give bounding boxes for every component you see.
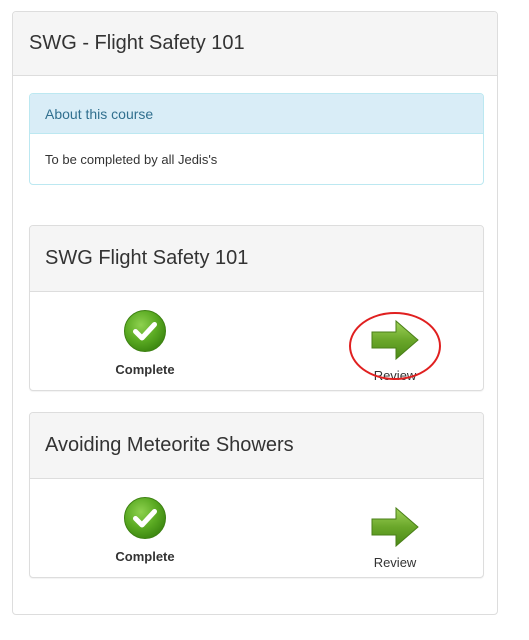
module-body: Complete Review xyxy=(30,292,483,390)
course-title: SWG - Flight Safety 101 xyxy=(13,12,497,76)
module-status: Complete xyxy=(90,496,200,564)
module-body: Complete Review xyxy=(30,479,483,577)
about-course-heading: About this course xyxy=(30,94,483,134)
about-course-description: To be completed by all Jedis's xyxy=(45,152,218,167)
arrow-right-icon xyxy=(371,506,419,548)
about-course-panel: About this course To be completed by all… xyxy=(29,93,484,185)
review-button[interactable]: Review xyxy=(343,505,447,570)
status-label: Complete xyxy=(115,549,175,564)
module-card: Avoiding Meteorite Showers Complete Revi… xyxy=(29,412,484,578)
course-panel: SWG - Flight Safety 101 About this cours… xyxy=(12,11,498,615)
review-label: Review xyxy=(373,368,417,383)
review-button[interactable]: Review xyxy=(343,318,447,383)
module-card: SWG Flight Safety 101 Complete Review xyxy=(29,225,484,391)
arrow-right-icon xyxy=(371,319,419,361)
check-circle-icon xyxy=(124,497,166,539)
module-title: Avoiding Meteorite Showers xyxy=(30,413,483,479)
check-circle-icon xyxy=(124,310,166,352)
status-label: Complete xyxy=(115,362,175,377)
module-status: Complete xyxy=(90,309,200,377)
module-title: SWG Flight Safety 101 xyxy=(30,226,483,292)
review-label: Review xyxy=(373,555,417,570)
